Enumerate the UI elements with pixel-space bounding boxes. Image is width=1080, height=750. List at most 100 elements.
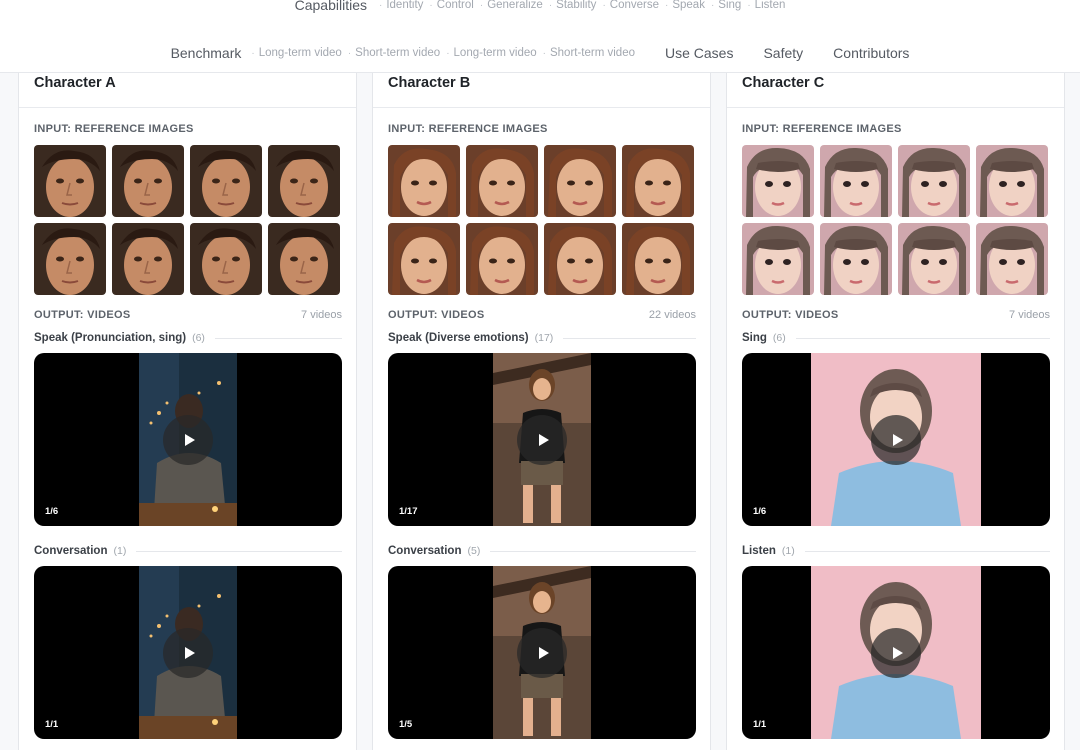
reference-image[interactable] <box>388 223 460 295</box>
nav-stability[interactable]: Stability <box>556 0 596 11</box>
nav-row-capabilities: Capabilities · Identity · Control · General… <box>0 0 1080 14</box>
play-icon[interactable] <box>871 414 921 465</box>
section-title: Conversation <box>388 545 462 557</box>
reference-image-grid <box>742 145 1048 295</box>
reference-image[interactable] <box>268 223 340 295</box>
character-a-card: Character A INPUT: REFERENCE IMAGES OUTP… <box>18 62 357 750</box>
divider <box>804 550 1050 552</box>
video-position: 1/6 <box>45 506 59 517</box>
video-position: 1/5 <box>399 719 413 730</box>
reference-image[interactable] <box>544 145 616 217</box>
video-position: 1/1 <box>753 719 767 730</box>
section-count: (1) <box>781 545 795 557</box>
nav-sing[interactable]: Sing <box>718 0 741 11</box>
reference-image[interactable] <box>976 145 1048 217</box>
output-count: 22 videos <box>648 309 696 321</box>
divider <box>214 337 342 339</box>
reference-image[interactable] <box>388 145 460 217</box>
play-icon[interactable] <box>163 414 213 465</box>
divider <box>795 337 1050 339</box>
section-title: Sing <box>742 332 767 344</box>
top-navigation: Capabilities · Identity · Control · General… <box>0 0 1080 73</box>
reference-image[interactable] <box>34 145 106 217</box>
reference-image[interactable] <box>34 223 106 295</box>
video-position: 1/6 <box>753 506 767 517</box>
output-count: 7 videos <box>301 309 342 321</box>
section-header: Conversation (1) <box>34 543 342 559</box>
reference-image[interactable] <box>742 223 814 295</box>
nav-generalize[interactable]: Generalize <box>487 0 543 11</box>
reference-image-grid <box>388 145 694 295</box>
video-position: 1/17 <box>399 506 418 517</box>
character-c-card: Character C INPUT: REFERENCE IMAGES OUTP… <box>726 62 1065 750</box>
reference-image[interactable] <box>898 145 970 217</box>
section-title: Conversation <box>34 545 108 557</box>
section-count: (5) <box>467 545 481 557</box>
nav-long-term-video-1[interactable]: Long-term video <box>259 47 342 59</box>
reference-image[interactable] <box>622 145 694 217</box>
reference-image[interactable] <box>820 145 892 217</box>
reference-image[interactable] <box>466 145 538 217</box>
character-b-card: Character B INPUT: REFERENCE IMAGES OUTP… <box>372 62 711 750</box>
video-player[interactable]: 1/6 <box>34 353 342 526</box>
nav-use-cases[interactable]: Use Cases <box>665 45 733 61</box>
output-count: 7 videos <box>1009 309 1050 321</box>
reference-image[interactable] <box>622 223 694 295</box>
video-player[interactable]: 1/5 <box>388 566 696 739</box>
divider <box>563 337 696 339</box>
nav-contributors[interactable]: Contributors <box>833 45 909 61</box>
output-label: OUTPUT: VIDEOS <box>34 309 131 321</box>
input-label: INPUT: REFERENCE IMAGES <box>34 123 194 135</box>
reference-image-grid <box>34 145 340 295</box>
reference-image[interactable] <box>820 223 892 295</box>
play-icon[interactable] <box>517 627 567 678</box>
nav-short-term-video-1[interactable]: Short-term video <box>355 47 440 59</box>
nav-safety[interactable]: Safety <box>763 45 803 61</box>
section-title: Listen <box>742 545 776 557</box>
nav-capabilities[interactable]: Capabilities <box>295 0 367 13</box>
play-icon[interactable] <box>871 627 921 678</box>
reference-image[interactable] <box>898 223 970 295</box>
section-header: Speak (Diverse emotions) (17) <box>388 330 696 346</box>
nav-long-term-video-2[interactable]: Long-term video <box>454 47 537 59</box>
output-label: OUTPUT: VIDEOS <box>742 309 839 321</box>
section-title: Speak (Pronunciation, sing) <box>34 332 187 344</box>
play-icon[interactable] <box>163 627 213 678</box>
output-label: OUTPUT: VIDEOS <box>388 309 485 321</box>
play-icon[interactable] <box>517 414 567 465</box>
nav-short-term-video-2[interactable]: Short-term video <box>550 47 635 59</box>
nav-identity[interactable]: Identity <box>386 0 423 11</box>
section-header: Listen (1) <box>742 543 1050 559</box>
section-count: (6) <box>772 332 786 344</box>
reference-image[interactable] <box>976 223 1048 295</box>
section-count: (1) <box>113 545 127 557</box>
video-player[interactable]: 1/6 <box>742 353 1050 526</box>
section-header: Speak (Pronunciation, sing) (6) <box>34 330 342 346</box>
input-label: INPUT: REFERENCE IMAGES <box>388 123 548 135</box>
section-title: Speak (Diverse emotions) <box>388 332 529 344</box>
nav-listen[interactable]: Listen <box>755 0 786 11</box>
nav-benchmark[interactable]: Benchmark <box>171 45 242 61</box>
video-position: 1/1 <box>45 719 59 730</box>
input-label: INPUT: REFERENCE IMAGES <box>742 123 902 135</box>
reference-image[interactable] <box>190 223 262 295</box>
reference-image[interactable] <box>544 223 616 295</box>
reference-image[interactable] <box>190 145 262 217</box>
video-player[interactable]: 1/1 <box>742 566 1050 739</box>
section-header: Conversation (5) <box>388 543 696 559</box>
reference-image[interactable] <box>466 223 538 295</box>
nav-converse[interactable]: Converse <box>610 0 659 11</box>
reference-image[interactable] <box>112 145 184 217</box>
reference-image[interactable] <box>112 223 184 295</box>
reference-image[interactable] <box>742 145 814 217</box>
video-player[interactable]: 1/1 <box>34 566 342 739</box>
divider <box>136 550 342 552</box>
section-count: (17) <box>534 332 554 344</box>
section-header: Sing (6) <box>742 330 1050 346</box>
section-count: (6) <box>192 332 205 344</box>
video-player[interactable]: 1/17 <box>388 353 696 526</box>
reference-image[interactable] <box>268 145 340 217</box>
nav-control[interactable]: Control <box>437 0 474 11</box>
divider <box>490 550 696 552</box>
nav-speak[interactable]: Speak <box>672 0 705 11</box>
